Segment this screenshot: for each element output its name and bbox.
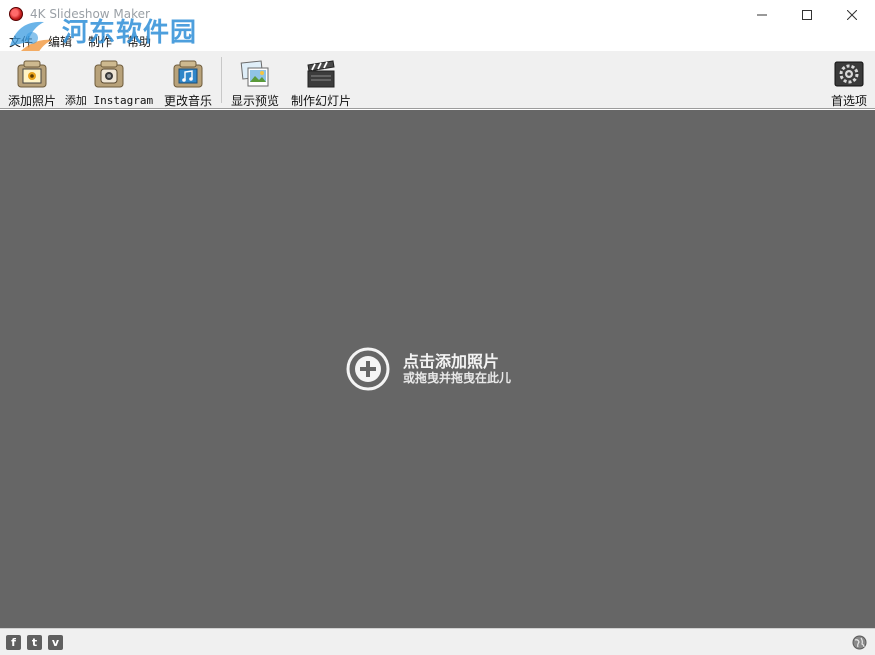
facebook-glyph: f	[11, 636, 16, 649]
preferences-button[interactable]: 首选项	[826, 51, 872, 109]
menu-edit[interactable]: 编辑	[48, 33, 72, 50]
add-photos-button[interactable]: 添加照片	[4, 51, 60, 109]
twitter-glyph: t	[31, 636, 38, 649]
preview-icon	[239, 59, 271, 89]
menu-make[interactable]: 制作	[88, 33, 112, 50]
preferences-label: 首选项	[830, 94, 867, 108]
menu-bar: 文件 编辑 制作 帮助	[0, 30, 875, 51]
menu-file[interactable]: 文件	[9, 33, 33, 50]
minimize-icon	[757, 14, 767, 16]
drop-subtitle: 或拖曳并拖曳在此儿	[403, 370, 512, 385]
facebook-icon[interactable]: f	[6, 635, 21, 650]
show-preview-label: 显示预览	[230, 94, 279, 108]
add-instagram-button[interactable]: 添加 Instagram	[64, 51, 154, 109]
music-icon	[172, 59, 204, 89]
title-bar: 4K Slideshow Maker	[0, 0, 875, 30]
toolbar-separator	[221, 57, 222, 103]
photo-drop-area[interactable]: 点击添加照片 或拖曳并拖曳在此儿	[0, 110, 875, 628]
make-slideshow-label: 制作幻灯片	[290, 94, 351, 108]
window-title: 4K Slideshow Maker	[30, 7, 150, 21]
globe-icon[interactable]	[852, 635, 867, 650]
close-icon	[847, 10, 857, 20]
maximize-icon	[802, 10, 812, 20]
add-instagram-label: 添加 Instagram	[64, 94, 154, 107]
change-music-button[interactable]: 更改音乐	[160, 51, 216, 109]
maximize-button[interactable]	[784, 0, 830, 30]
add-photos-drop-button[interactable]: 点击添加照片 或拖曳并拖曳在此儿	[346, 347, 511, 391]
twitter-icon[interactable]: t	[27, 635, 42, 650]
minimize-button[interactable]	[739, 0, 785, 30]
instagram-icon	[93, 59, 125, 89]
toolbar: 添加照片 添加 Instagram 更改音乐 显示预览 制作幻灯片 首选项	[0, 51, 875, 109]
app-icon	[9, 7, 23, 21]
vimeo-icon[interactable]: v	[48, 635, 63, 650]
change-music-label: 更改音乐	[163, 94, 212, 108]
add-photos-label: 添加照片	[7, 94, 56, 108]
preferences-icon	[833, 59, 865, 89]
status-bar: f t v	[0, 628, 875, 655]
drop-title: 点击添加照片	[403, 351, 500, 371]
show-preview-button[interactable]: 显示预览	[227, 51, 283, 109]
add-circle-icon	[346, 347, 390, 391]
close-button[interactable]	[829, 0, 875, 30]
vimeo-glyph: v	[51, 636, 60, 649]
add-photo-icon	[16, 59, 48, 89]
menu-help[interactable]: 帮助	[127, 33, 151, 50]
make-slideshow-button[interactable]: 制作幻灯片	[288, 51, 354, 109]
clapperboard-icon	[305, 59, 337, 89]
drop-text: 点击添加照片 或拖曳并拖曳在此儿	[403, 351, 512, 386]
